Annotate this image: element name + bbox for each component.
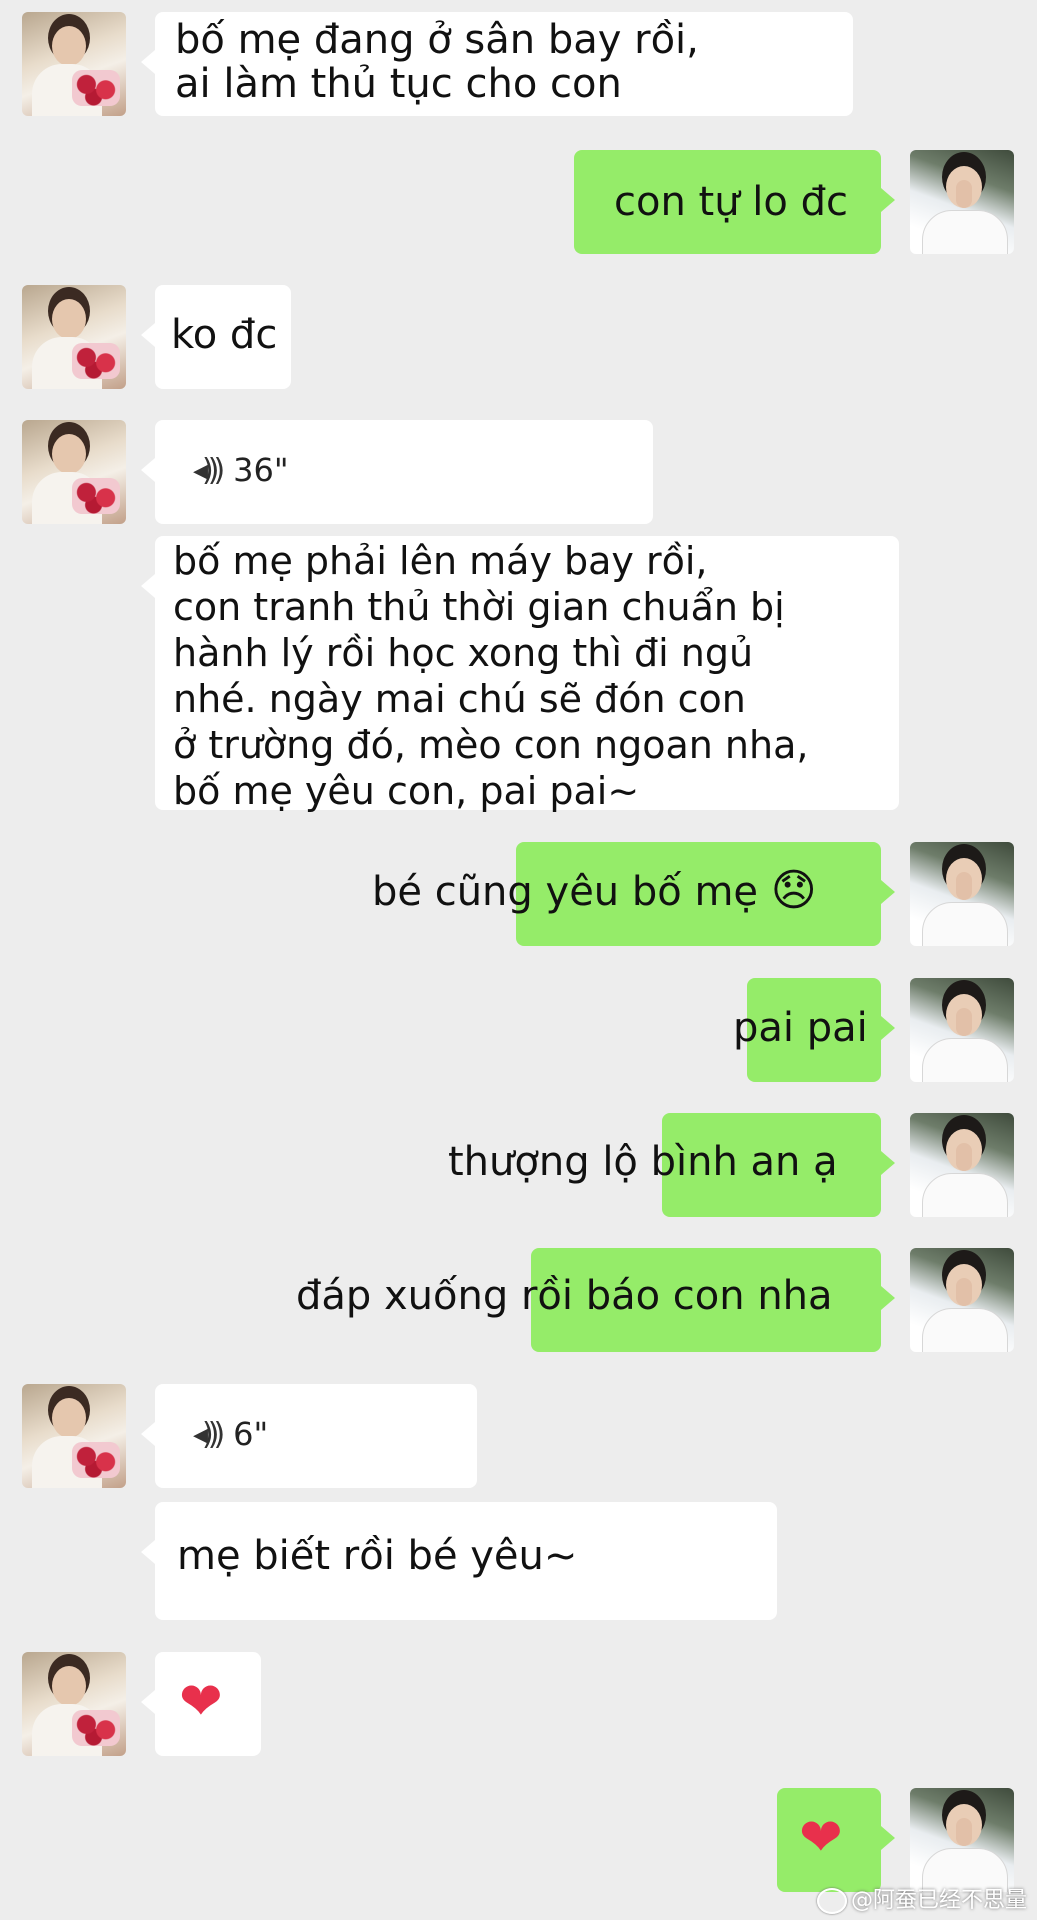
watermark-text: @阿蚕已经不思量 [850,1888,1027,1913]
own-avatar[interactable] [910,150,1014,254]
contact-avatar[interactable] [22,420,126,524]
message-text: bé cũng yêu bố mẹ 😞 [372,865,817,916]
own-avatar[interactable] [910,1248,1014,1352]
message-text: pai pai [733,1005,868,1051]
message-text: con tự lo đc [614,179,848,225]
outgoing-message[interactable]: con tự lo đc [574,150,895,254]
contact-avatar[interactable] [22,1384,126,1488]
incoming-message[interactable]: ❤ [141,1652,261,1756]
contact-avatar[interactable] [22,12,126,116]
incoming-message[interactable]: bố mẹ đang ở sân bay rồi, ai làm thủ tục… [141,12,853,116]
contact-avatar[interactable] [22,285,126,389]
weibo-icon [816,1888,847,1914]
own-avatar[interactable] [910,842,1014,946]
own-avatar[interactable] [910,978,1014,1082]
message-text: thượng lộ bình an ạ [448,1139,838,1185]
voice-wave-icon: ◂))) [193,453,225,488]
incoming-message[interactable]: ko đc [141,285,291,389]
voice-message[interactable]: ◂))) 36" [141,420,653,524]
message-text: ko đc [171,312,278,358]
outgoing-message[interactable]: ❤ [777,1788,895,1892]
incoming-message[interactable]: mẹ biết rồi bé yêu~ [141,1502,777,1620]
heart-icon: ❤ [179,1672,223,1732]
voice-wave-icon: ◂))) [193,1417,225,1452]
outgoing-message[interactable]: pai pai [733,978,895,1082]
voice-message[interactable]: ◂))) 6" [141,1384,477,1488]
message-text: bố mẹ phải lên máy bay rồi, con tranh th… [173,539,809,813]
watermark: @阿蚕已经不思量 [816,1882,1027,1914]
message-text: bố mẹ đang ở sân bay rồi, ai làm thủ tục… [175,17,699,107]
message-text: đáp xuống rồi báo con nha [296,1273,833,1319]
own-avatar[interactable] [910,1113,1014,1217]
heart-icon: ❤ [799,1808,843,1868]
voice-duration: 6" [233,1415,269,1453]
incoming-message[interactable]: bố mẹ phải lên máy bay rồi, con tranh th… [141,536,899,813]
voice-duration: 36" [233,451,289,489]
contact-avatar[interactable] [22,1652,126,1756]
sad-face-emoji: 😞 [770,865,817,916]
message-text: mẹ biết rồi bé yêu~ [177,1533,578,1579]
own-avatar[interactable] [910,1788,1014,1892]
